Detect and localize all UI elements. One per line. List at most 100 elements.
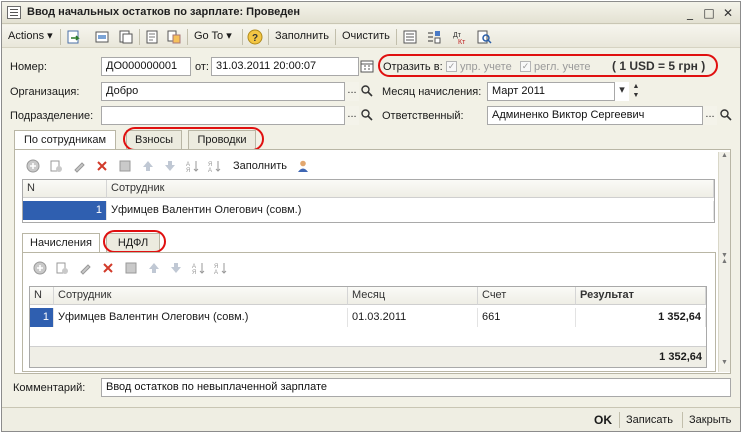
- reg-accounting-checkbox[interactable]: ✓: [520, 61, 531, 72]
- employee-cell[interactable]: Уфимцев Валентин Олегович (совм.): [107, 201, 714, 220]
- add-icon[interactable]: [33, 261, 47, 275]
- responsible-label: Ответственный:: [382, 110, 464, 122]
- toolbar-divider: [335, 29, 336, 45]
- button-divider: [682, 412, 683, 428]
- document-window: Ввод начальных остатков по зарплате: Про…: [1, 1, 741, 432]
- svg-text:A: A: [208, 168, 212, 173]
- document-edit-icon[interactable]: [144, 29, 160, 45]
- responsible-select-button[interactable]: ...: [703, 106, 717, 125]
- close-icon[interactable]: ✕: [720, 5, 736, 21]
- result-cell[interactable]: 1 352,64: [576, 308, 706, 327]
- exchange-rate-note: ( 1 USD = 5 грн ): [612, 59, 706, 73]
- add-icon[interactable]: [26, 159, 40, 173]
- month-dropdown-icon[interactable]: ▾: [615, 82, 629, 101]
- employees-table[interactable]: N Сотрудник 1 Уфимцев Валентин Олегович …: [22, 179, 715, 223]
- post-and-close-icon[interactable]: [66, 29, 82, 45]
- sort-asc-icon[interactable]: AЯ: [192, 261, 206, 275]
- search-icon[interactable]: [360, 84, 374, 98]
- sort-asc-icon[interactable]: AЯ: [186, 159, 200, 173]
- calendar-icon[interactable]: [360, 59, 374, 73]
- column-header-n[interactable]: N: [30, 287, 54, 305]
- delete-icon[interactable]: [101, 261, 115, 275]
- repost-icon[interactable]: [94, 29, 110, 45]
- department-select-button[interactable]: ...: [345, 106, 359, 125]
- search-icon[interactable]: [719, 108, 733, 122]
- organization-field[interactable]: Добро: [101, 82, 345, 101]
- ok-button[interactable]: OK: [594, 413, 612, 427]
- search-icon[interactable]: [360, 108, 374, 122]
- comment-field[interactable]: Ввод остатков по невыплаченной зарплате: [101, 378, 731, 397]
- employee-cell[interactable]: Уфимцев Валентин Олегович (совм.): [54, 308, 348, 327]
- actions-menu[interactable]: Actions ▾: [8, 29, 53, 44]
- document-structure-icon[interactable]: [166, 29, 182, 45]
- column-header-n[interactable]: N: [23, 180, 107, 198]
- save-icon[interactable]: [124, 261, 138, 275]
- month-label: Месяц начисления:: [382, 86, 482, 98]
- organization-label: Организация:: [10, 86, 80, 98]
- column-header-month[interactable]: Месяц: [348, 287, 478, 305]
- toolbar-divider: [396, 29, 397, 45]
- organization-select-button[interactable]: ...: [345, 82, 359, 101]
- save-icon[interactable]: [118, 159, 132, 173]
- table-row[interactable]: 1 Уфимцев Валентин Олегович (совм.): [23, 200, 714, 221]
- help-icon[interactable]: ?: [247, 29, 263, 45]
- move-down-icon[interactable]: [163, 159, 177, 173]
- goto-menu[interactable]: Go To ▾: [194, 29, 232, 44]
- scroll-up-icon[interactable]: ▲: [721, 258, 728, 265]
- column-header-employee[interactable]: Сотрудник: [54, 287, 348, 305]
- debit-credit-icon[interactable]: ДтКт: [452, 29, 468, 45]
- row-number-cell[interactable]: 1: [23, 201, 107, 220]
- mgmt-accounting-label: упр. учете: [460, 61, 512, 73]
- date-field[interactable]: 31.03.2011 20:00:07: [211, 57, 359, 76]
- column-header-result[interactable]: Результат: [576, 287, 706, 305]
- sort-desc-icon[interactable]: ЯA: [214, 261, 228, 275]
- account-cell[interactable]: 661: [478, 308, 576, 327]
- sort-desc-icon[interactable]: ЯA: [208, 159, 222, 173]
- list-icon[interactable]: [402, 29, 418, 45]
- number-field[interactable]: ДО000000001: [101, 57, 191, 76]
- toolbar-divider: [242, 29, 243, 45]
- maximize-icon[interactable]: □: [701, 5, 717, 21]
- fill-button[interactable]: Заполнить: [275, 29, 329, 44]
- accruals-table[interactable]: N Сотрудник Месяц Счет Результат 1 Уфимц…: [29, 286, 707, 368]
- svg-text:?: ?: [252, 33, 258, 44]
- tab-accruals[interactable]: Начисления: [22, 233, 100, 252]
- toolbar-divider: [268, 29, 269, 45]
- tab-by-employee[interactable]: По сотрудникам: [14, 130, 116, 149]
- edit-icon[interactable]: [72, 159, 86, 173]
- totals-row: 1 352,64: [30, 346, 706, 367]
- employee-icon[interactable]: [296, 159, 310, 173]
- report-search-icon[interactable]: [476, 29, 492, 45]
- delete-icon[interactable]: [95, 159, 109, 173]
- copy-icon[interactable]: [118, 29, 134, 45]
- title-bar: Ввод начальных остатков по зарплате: Про…: [2, 2, 740, 24]
- edit-icon[interactable]: [78, 261, 92, 275]
- move-up-icon[interactable]: [141, 159, 155, 173]
- add-copy-icon[interactable]: [49, 159, 63, 173]
- add-copy-icon[interactable]: [55, 261, 69, 275]
- mgmt-accounting-checkbox[interactable]: ✓: [446, 61, 457, 72]
- month-stepper[interactable]: ▲ ▼: [630, 82, 642, 101]
- scroll-down-icon[interactable]: ▼: [721, 359, 728, 366]
- grid-fill-button[interactable]: Заполнить: [233, 160, 287, 172]
- month-field[interactable]: Март 2011: [487, 82, 615, 101]
- number-label: Номер:: [10, 61, 47, 73]
- comment-label: Комментарий:: [13, 382, 86, 394]
- responsible-field[interactable]: Админенко Виктор Сергеевич: [487, 106, 703, 125]
- close-button[interactable]: Закрыть: [689, 414, 731, 426]
- column-header-account[interactable]: Счет: [478, 287, 576, 305]
- save-button[interactable]: Записать: [626, 414, 673, 426]
- scroll-up-icon[interactable]: ▲: [721, 152, 728, 159]
- month-cell[interactable]: 01.03.2011: [348, 308, 478, 327]
- clear-button[interactable]: Очистить: [342, 29, 390, 44]
- move-down-icon[interactable]: [169, 261, 183, 275]
- panel-scrollbar[interactable]: ▲ ▼ ▲ ▼: [718, 152, 730, 372]
- row-number-cell[interactable]: 1: [30, 308, 54, 327]
- tabs-highlight: [123, 127, 264, 151]
- table-row[interactable]: 1 Уфимцев Валентин Олегович (совм.) 01.0…: [30, 307, 706, 328]
- settings-list-icon[interactable]: [426, 29, 442, 45]
- department-field[interactable]: [101, 106, 345, 125]
- minimize-icon[interactable]: _: [682, 5, 698, 21]
- column-header-employee[interactable]: Сотрудник: [107, 180, 714, 198]
- move-up-icon[interactable]: [147, 261, 161, 275]
